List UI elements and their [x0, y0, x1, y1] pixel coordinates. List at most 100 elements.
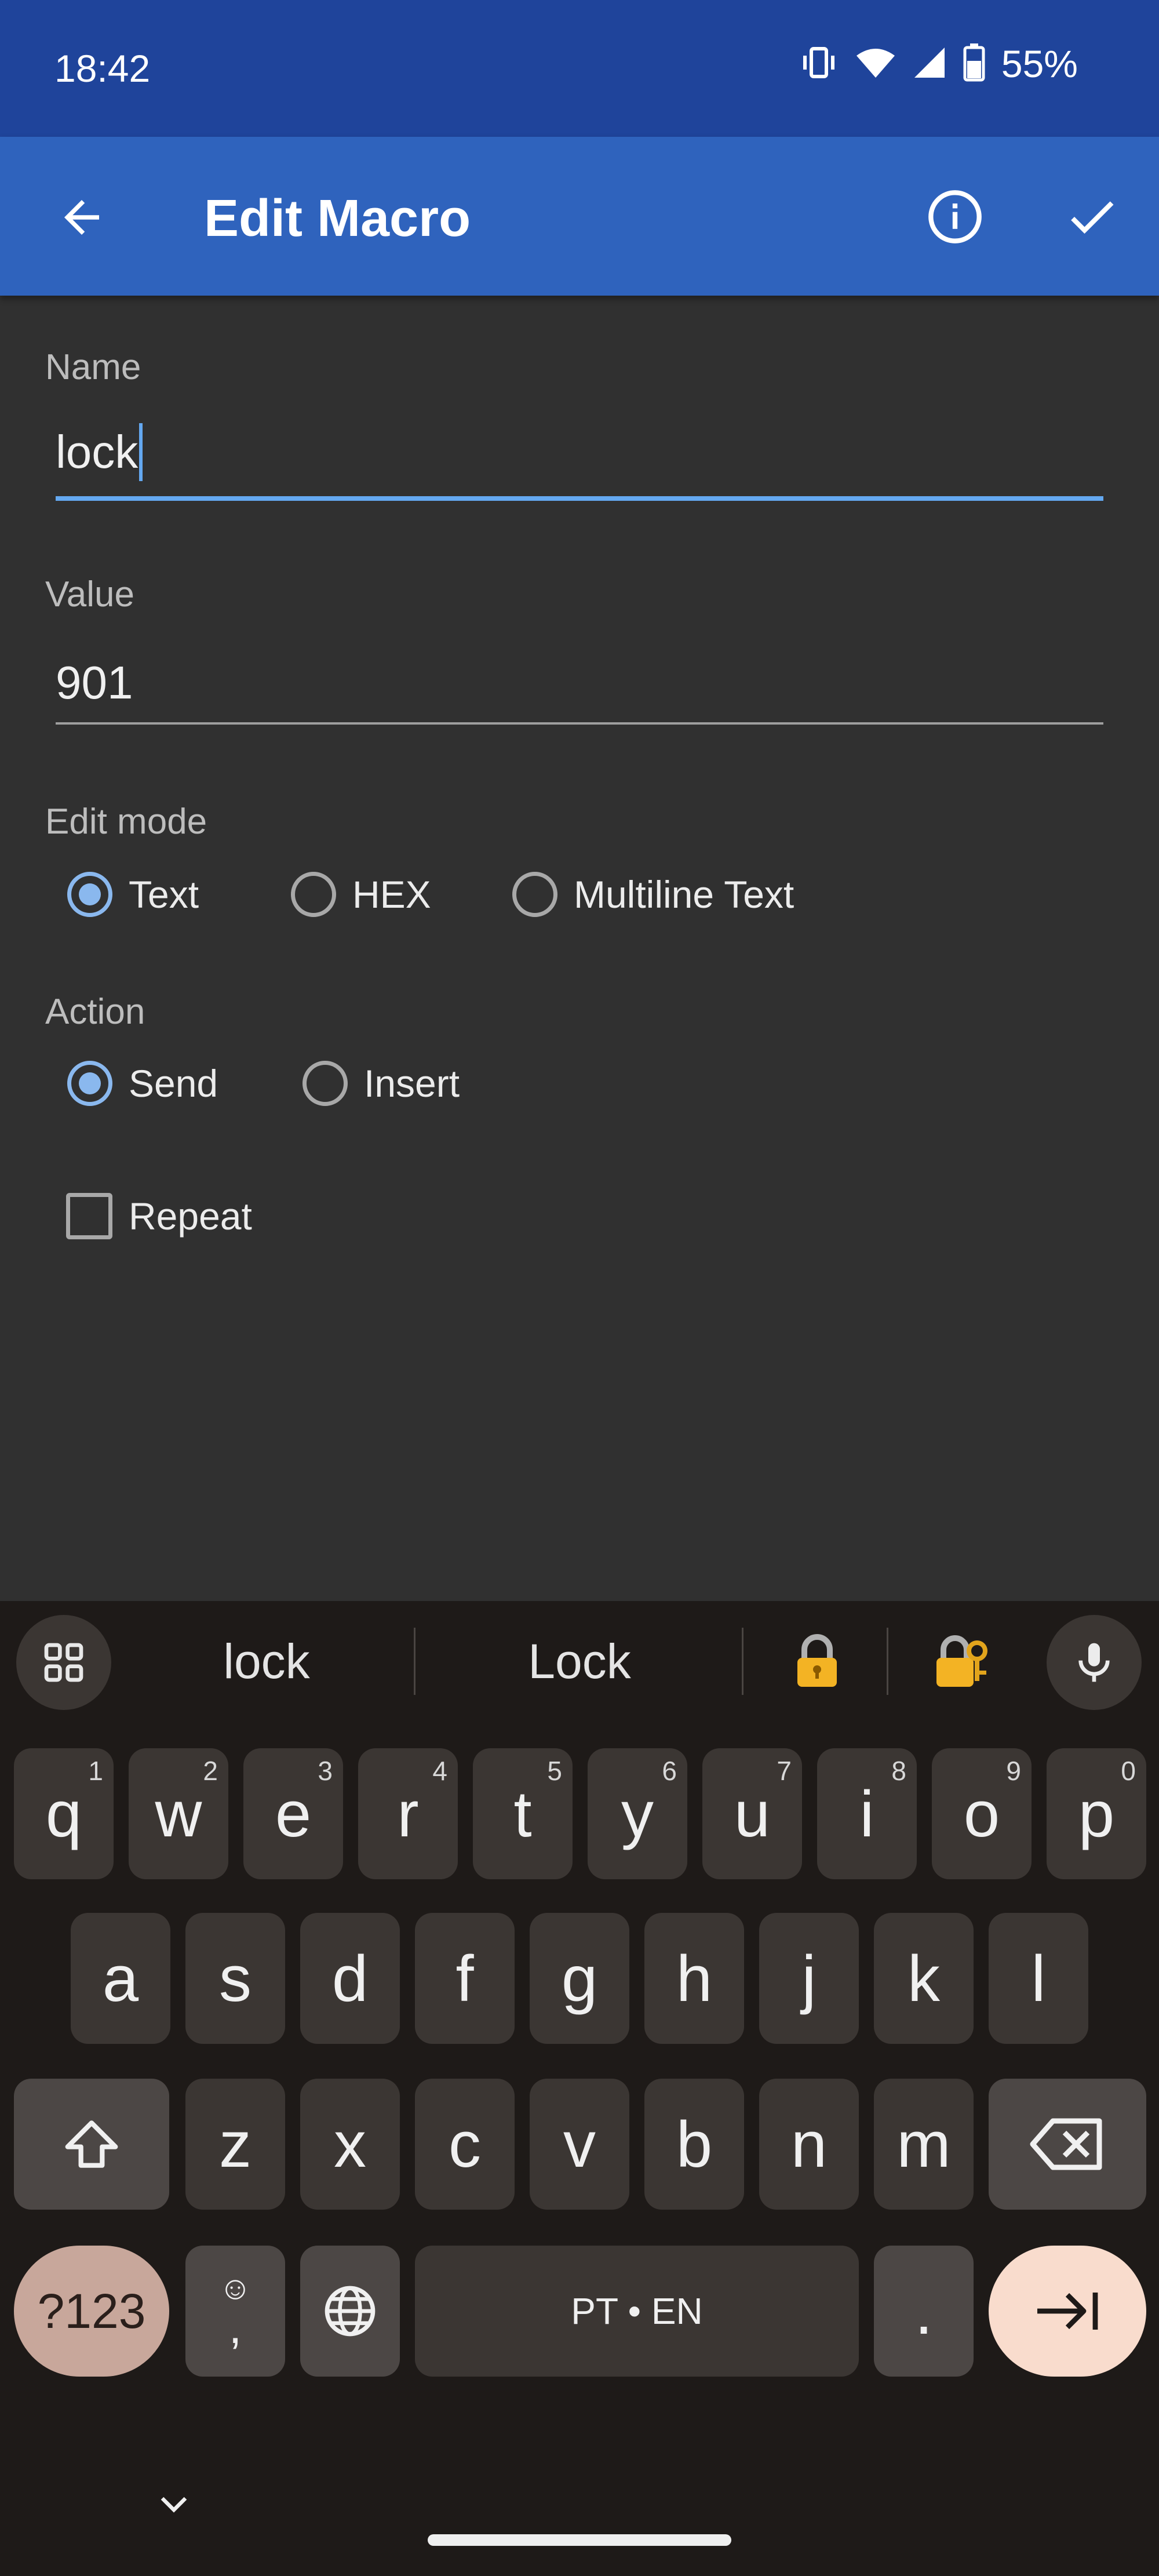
status-time: 18:42 [54, 47, 151, 90]
key-y[interactable]: y6 [588, 1748, 687, 1879]
name-value: lock [56, 426, 139, 478]
value-field-underline [56, 722, 1103, 725]
signal-icon [912, 45, 947, 83]
comma-label: , [228, 2301, 242, 2353]
name-field[interactable]: lock [56, 423, 143, 485]
battery-icon [963, 43, 985, 85]
microphone-icon [1078, 1643, 1110, 1682]
period-key[interactable]: . [874, 2246, 974, 2377]
radio-multiline-text[interactable]: Multiline Text [512, 872, 794, 917]
symbols-key[interactable]: ?123 [14, 2246, 169, 2377]
backspace-key[interactable] [989, 2079, 1146, 2210]
key-hint: 5 [547, 1756, 562, 1786]
value-field[interactable]: 901 [56, 654, 133, 712]
radio-label: HEX [352, 873, 431, 916]
key-a[interactable]: a [71, 1913, 170, 2044]
key-j[interactable]: j [759, 1913, 859, 2044]
key-e[interactable]: e3 [243, 1748, 343, 1879]
edit-mode-label: Edit mode [45, 802, 207, 842]
suggestion-divider [887, 1628, 888, 1695]
key-z[interactable]: z [185, 2079, 285, 2210]
key-letter: r [397, 1777, 419, 1850]
radio-button [291, 872, 336, 917]
voice-input-button[interactable] [1047, 1615, 1142, 1710]
key-letter: p [1078, 1777, 1115, 1850]
arrow-back-icon [64, 200, 99, 235]
key-hint: 0 [1121, 1756, 1136, 1786]
radio-label: Multiline Text [574, 873, 794, 916]
text-caret [139, 423, 143, 481]
key-f[interactable]: f [415, 1913, 515, 2044]
value-label: Value [45, 574, 134, 614]
key-letter: t [513, 1777, 532, 1850]
key-p[interactable]: p0 [1047, 1748, 1146, 1879]
radio-button [302, 1061, 348, 1106]
key-hint: 9 [1006, 1756, 1021, 1786]
radio-send[interactable]: Send [67, 1061, 218, 1106]
next-key[interactable] [989, 2246, 1146, 2377]
key-k[interactable]: k [874, 1913, 974, 2044]
check-icon [1071, 201, 1114, 234]
key-o[interactable]: o9 [932, 1748, 1032, 1879]
key-hint: 1 [88, 1756, 103, 1786]
key-t[interactable]: t5 [473, 1748, 573, 1879]
suggestion-lock-key-emoji[interactable] [904, 1633, 1020, 1701]
vibrate-icon [799, 45, 839, 83]
key-n[interactable]: n [759, 2079, 859, 2210]
confirm-button[interactable] [1059, 184, 1124, 249]
space-key[interactable]: PT • EN [415, 2246, 859, 2377]
wifi-icon [855, 45, 896, 83]
radio-label: Send [129, 1062, 218, 1105]
key-g[interactable]: g [530, 1913, 629, 2044]
keyboard-apps-button[interactable] [16, 1615, 111, 1710]
checkbox-box [66, 1193, 112, 1239]
name-field-underline [56, 496, 1103, 501]
name-label: Name [45, 347, 141, 387]
suggestion-divider [414, 1628, 416, 1695]
radio-button [512, 872, 557, 917]
shift-key[interactable] [14, 2079, 169, 2210]
key-q[interactable]: q1 [14, 1748, 114, 1879]
key-hint: 7 [777, 1756, 792, 1786]
radio-label: Text [129, 873, 199, 916]
key-r[interactable]: r4 [358, 1748, 458, 1879]
key-letter: w [155, 1777, 202, 1850]
emoji-icon: ☺ [218, 2269, 252, 2306]
gesture-nav-handle[interactable] [428, 2534, 731, 2546]
suggestion-2[interactable]: Lock [452, 1633, 707, 1690]
radio-button-checked [67, 872, 112, 917]
key-l[interactable]: l [989, 1913, 1088, 2044]
radio-insert[interactable]: Insert [302, 1061, 460, 1106]
info-button[interactable] [923, 184, 987, 249]
suggestion-divider [742, 1628, 743, 1695]
key-b[interactable]: b [644, 2079, 744, 2210]
grid-icon [44, 1643, 83, 1682]
info-icon [928, 190, 982, 243]
radio-hex[interactable]: HEX [291, 872, 431, 917]
key-u[interactable]: u7 [702, 1748, 802, 1879]
value-value: 901 [56, 657, 133, 708]
key-h[interactable]: h [644, 1913, 744, 2044]
key-v[interactable]: v [530, 2079, 629, 2210]
key-m[interactable]: m [874, 2079, 974, 2210]
key-hint: 6 [662, 1756, 677, 1786]
key-x[interactable]: x [300, 2079, 400, 2210]
suggestion-lock-emoji[interactable] [759, 1633, 875, 1701]
language-key[interactable] [300, 2246, 400, 2377]
key-w[interactable]: w2 [129, 1748, 228, 1879]
emoji-comma-key[interactable]: ☺ , [185, 2246, 285, 2377]
suggestion-1[interactable]: lock [151, 1633, 382, 1690]
key-hint: 8 [891, 1756, 906, 1786]
repeat-checkbox[interactable]: Repeat [66, 1193, 252, 1239]
radio-button-checked [67, 1061, 112, 1106]
globe-icon [325, 2286, 376, 2337]
hide-keyboard-button[interactable] [151, 2487, 197, 2522]
key-c[interactable]: c [415, 2079, 515, 2210]
back-button[interactable] [50, 185, 114, 249]
action-label: Action [45, 992, 145, 1032]
key-s[interactable]: s [185, 1913, 285, 2044]
key-letter: e [275, 1777, 312, 1850]
radio-text[interactable]: Text [67, 872, 199, 917]
key-d[interactable]: d [300, 1913, 400, 2044]
key-i[interactable]: i8 [817, 1748, 917, 1879]
